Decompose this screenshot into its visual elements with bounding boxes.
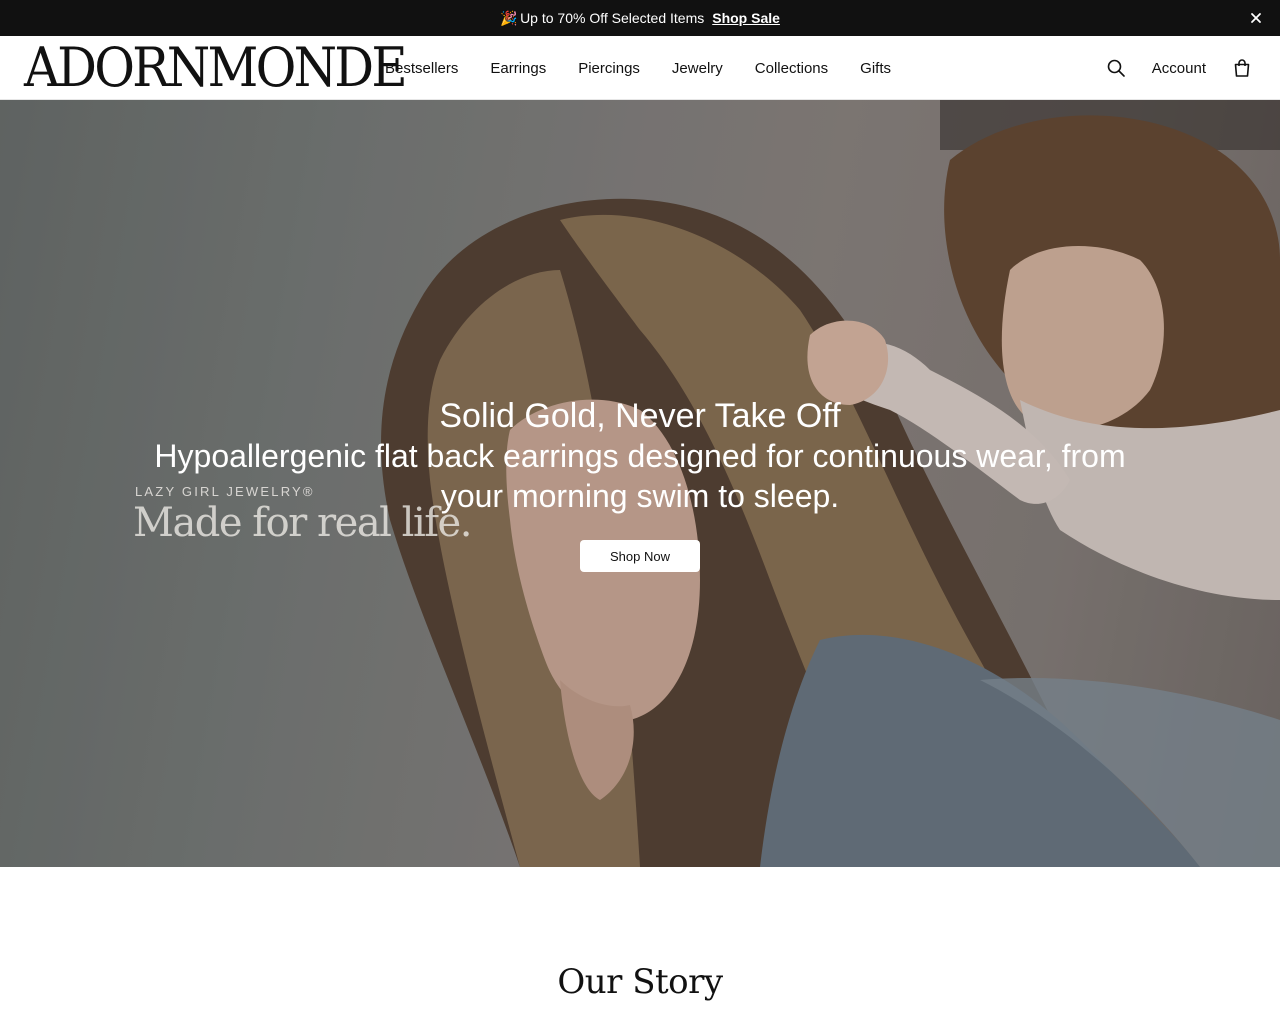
site-logo[interactable]: ADORNMONDE (24, 40, 408, 96)
hero-title: Solid Gold, Never Take Off (439, 397, 841, 435)
shop-now-button[interactable]: Shop Now (580, 540, 700, 572)
nav-item-earrings[interactable]: Earrings (490, 60, 546, 77)
search-icon[interactable] (1104, 56, 1128, 80)
shopping-bag-icon[interactable] (1230, 56, 1254, 80)
hero-subtitle: Hypoallergenic flat back earrings design… (154, 438, 1126, 514)
announcement-message: Up to 70% Off Selected Items (520, 10, 705, 26)
party-popper-icon: 🎉 (500, 9, 518, 26)
account-link[interactable]: Account (1152, 60, 1206, 77)
site-header: ADORNMONDE Bestsellers Earrings Piercing… (0, 36, 1280, 100)
hero-copy: Solid Gold, Never Take Off Hypoallergeni… (0, 396, 1280, 516)
announcement-bar: 🎉 Up to 70% Off Selected Items Shop Sale (0, 0, 1280, 36)
nav-item-jewelry[interactable]: Jewelry (672, 60, 723, 77)
shop-sale-link[interactable]: Shop Sale (712, 10, 780, 26)
nav-item-gifts[interactable]: Gifts (860, 60, 891, 77)
our-story-heading: Our Story (557, 962, 723, 1002)
nav-item-collections[interactable]: Collections (755, 60, 828, 77)
close-icon[interactable] (1246, 8, 1266, 28)
nav-item-piercings[interactable]: Piercings (578, 60, 640, 77)
header-actions: Account (1104, 36, 1254, 100)
nav-item-bestsellers[interactable]: Bestsellers (385, 60, 458, 77)
main-nav: Bestsellers Earrings Piercings Jewelry C… (385, 36, 891, 100)
hero-banner: LAZY GIRL JEWELRY® Made for real life. S… (0, 100, 1280, 867)
